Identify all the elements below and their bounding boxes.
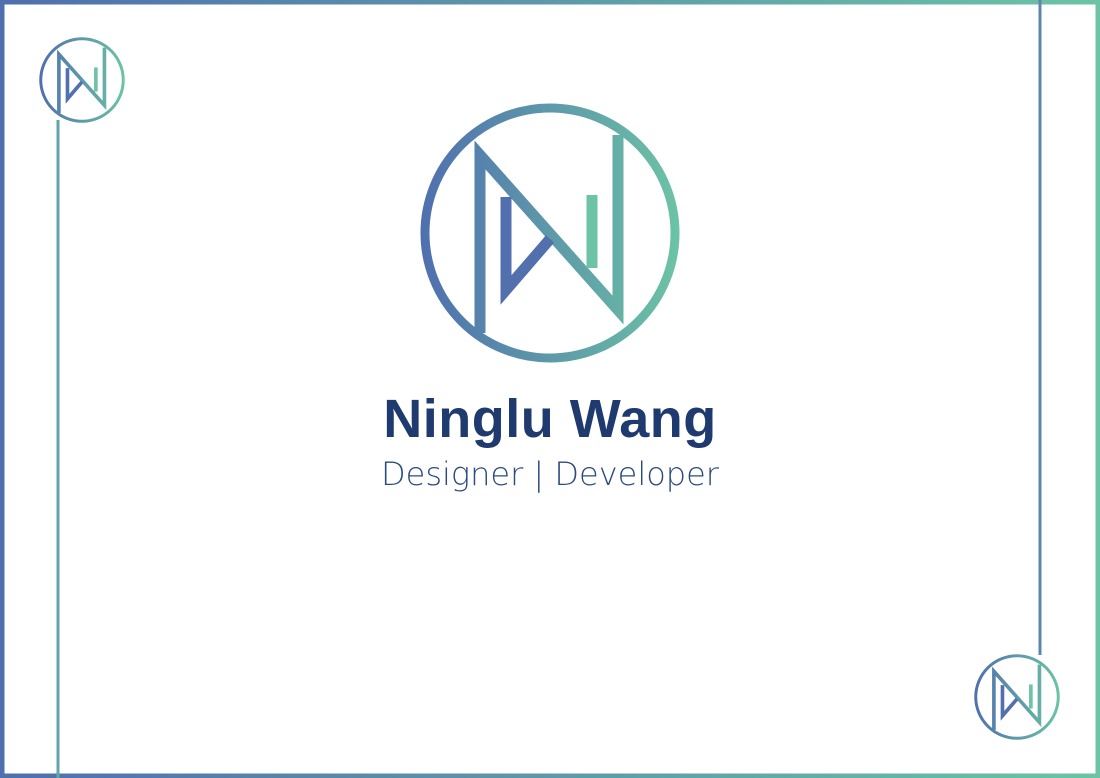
main-logo-icon — [425, 108, 675, 358]
person-name: Ninglu Wang — [383, 389, 717, 449]
corner-logo-icon-bottom-right — [973, 653, 1061, 741]
corner-logo-icon-top-left — [38, 36, 126, 124]
person-role: Designer | Developer — [381, 455, 719, 493]
business-card: Ninglu Wang Designer | Developer — [0, 0, 1100, 778]
